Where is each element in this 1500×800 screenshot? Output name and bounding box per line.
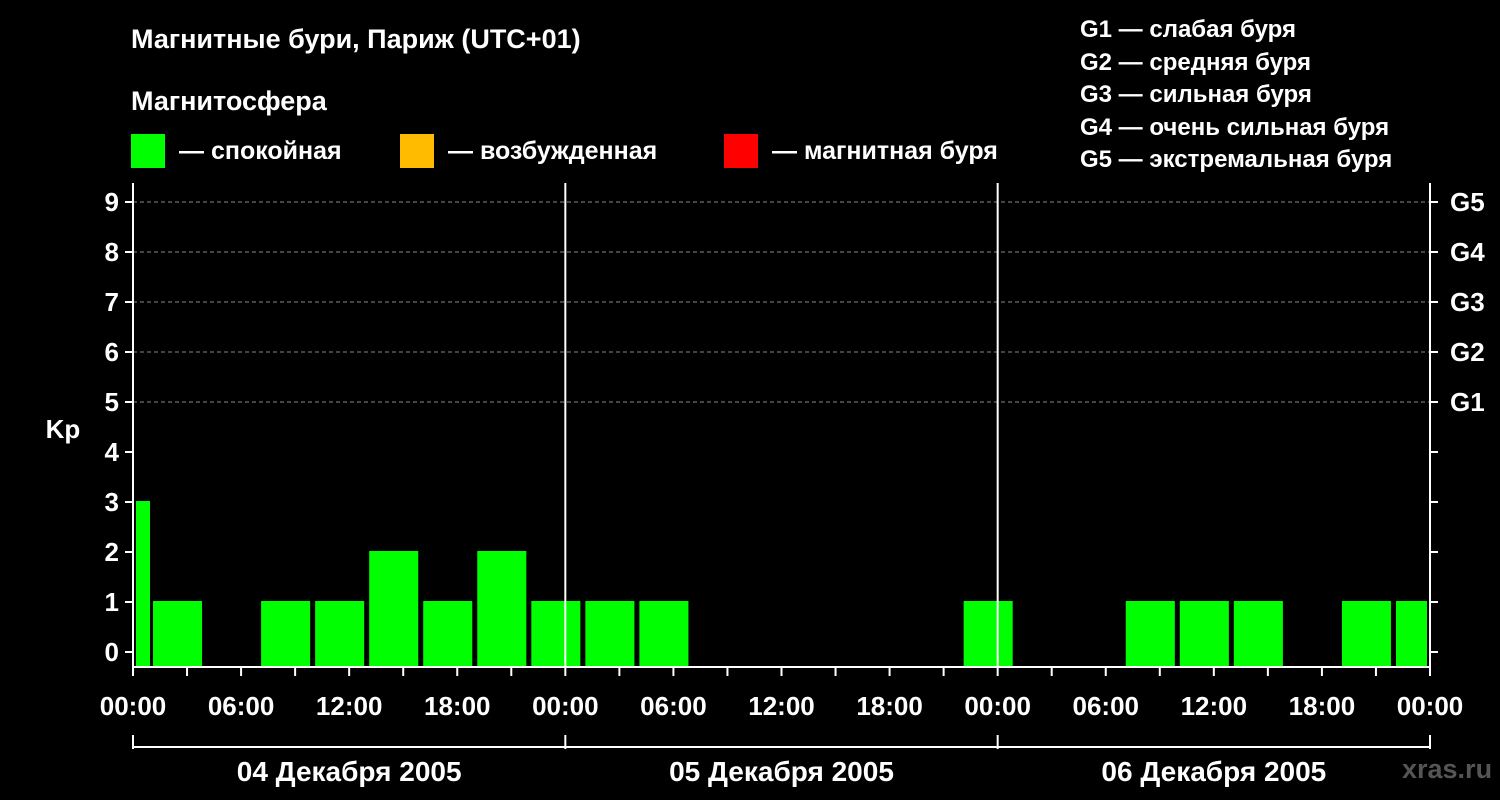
x-tick-label: 06:00 xyxy=(640,691,707,721)
x-tick-label: 00:00 xyxy=(964,691,1031,721)
x-tick-label: 00:00 xyxy=(100,691,167,721)
day-label: 05 Декабря 2005 xyxy=(669,756,894,787)
kp-bar xyxy=(315,601,365,667)
kp-bar xyxy=(1179,601,1229,667)
day-label: 04 Декабря 2005 xyxy=(237,756,462,787)
x-tick-label: 06:00 xyxy=(1073,691,1140,721)
g-scale-label: G1 xyxy=(1450,387,1485,417)
y-tick-label: 6 xyxy=(105,337,119,367)
kp-bar xyxy=(1395,601,1427,667)
y-tick-label: 3 xyxy=(105,487,119,517)
kp-chart: 0 1 2 3 4 5 6 7 8 9 Kp G1 G2 G3 G4 G5 00:00 06:00 12:00 18:… xyxy=(46,183,1485,787)
g-scale-label: G4 xyxy=(1450,237,1485,267)
y-axis-label: Kp xyxy=(46,414,81,444)
kp-bar xyxy=(1341,601,1391,667)
g-scale-label: G2 xyxy=(1450,337,1485,367)
g-scale-label: G3 xyxy=(1450,287,1485,317)
kp-bar xyxy=(639,601,689,667)
y-tick-label: 9 xyxy=(105,187,119,217)
x-tick-label: 00:00 xyxy=(532,691,599,721)
x-tick-label: 12:00 xyxy=(748,691,815,721)
kp-bar xyxy=(153,601,203,667)
day-label: 06 Декабря 2005 xyxy=(1101,756,1326,787)
y-tick-label: 5 xyxy=(105,387,119,417)
x-tick-label: 18:00 xyxy=(856,691,923,721)
kp-bar xyxy=(1233,601,1283,667)
x-tick-label: 18:00 xyxy=(424,691,491,721)
y-tick-label: 1 xyxy=(105,587,119,617)
x-tick-label: 12:00 xyxy=(316,691,383,721)
x-tick-label: 06:00 xyxy=(208,691,275,721)
y-tick-label: 4 xyxy=(105,437,120,467)
x-tick-label: 00:00 xyxy=(1397,691,1464,721)
y-tick-label: 0 xyxy=(105,637,119,667)
kp-bar xyxy=(963,601,1013,667)
y-tick-label: 2 xyxy=(105,537,119,567)
kp-bar xyxy=(423,601,473,667)
kp-bar xyxy=(585,601,635,667)
x-tick-label: 12:00 xyxy=(1181,691,1248,721)
x-tick-label: 18:00 xyxy=(1289,691,1356,721)
kp-bar xyxy=(1125,601,1175,667)
kp-bar xyxy=(136,501,151,667)
kp-bar xyxy=(531,601,581,667)
y-tick-label: 7 xyxy=(105,287,119,317)
y-tick-label: 8 xyxy=(105,237,119,267)
g-scale-label: G5 xyxy=(1450,187,1485,217)
kp-bar xyxy=(477,551,527,667)
kp-bar xyxy=(369,551,419,667)
kp-bar xyxy=(261,601,311,667)
watermark: xras.ru xyxy=(1402,754,1493,784)
